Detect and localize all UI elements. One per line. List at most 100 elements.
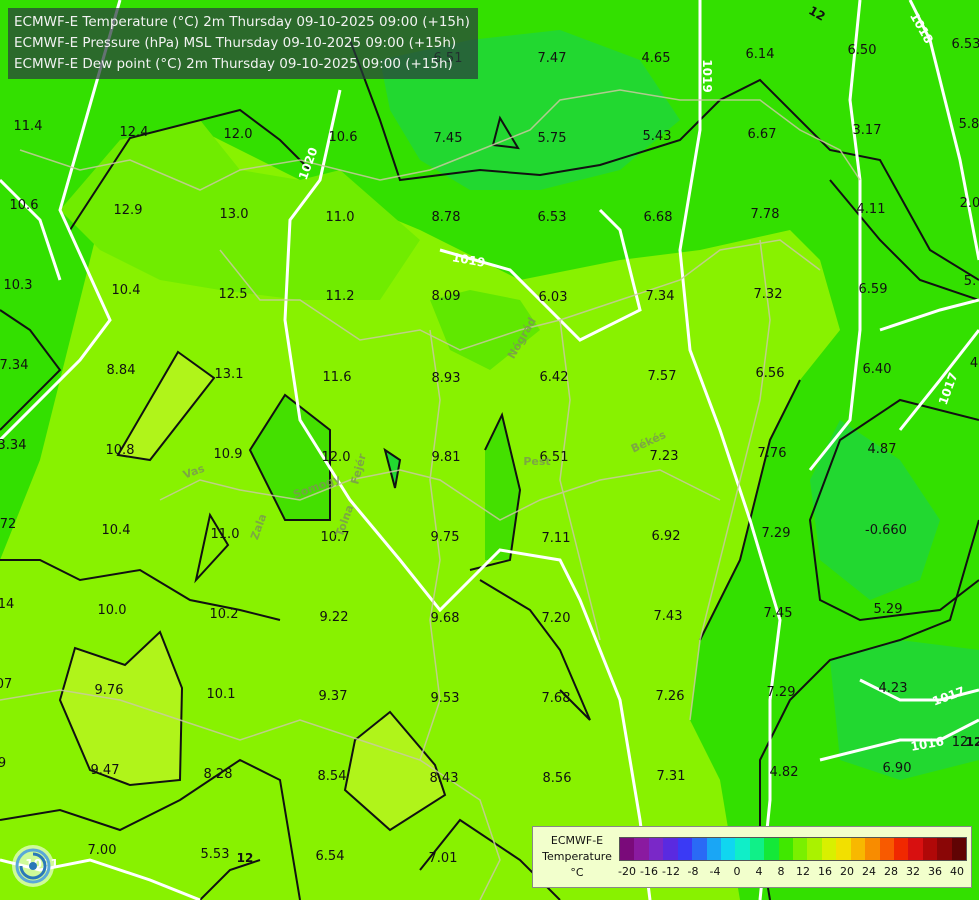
legend-swatch bbox=[922, 838, 938, 860]
temperature-value-label: 9.75 bbox=[431, 530, 460, 545]
temperature-value-label: 4.82 bbox=[770, 765, 799, 780]
legend-swatch bbox=[663, 838, 678, 860]
title-temperature: ECMWF-E Temperature (°C) 2m Thursday 09-… bbox=[14, 14, 470, 30]
temperature-value-label: 8.28 bbox=[204, 767, 233, 782]
legend-swatch bbox=[850, 838, 866, 860]
temperature-value-label: 5.29 bbox=[874, 602, 903, 617]
temperature-value-label: 7.29 bbox=[767, 685, 796, 700]
legend-tick-label: -16 bbox=[640, 865, 658, 878]
temperature-value-label: 7.45 bbox=[434, 131, 463, 146]
legend-swatch bbox=[735, 838, 750, 860]
temperature-value-label: 7.57 bbox=[648, 369, 677, 384]
legend-tick-label: 0 bbox=[733, 865, 741, 878]
temperature-value-label: 6.92 bbox=[652, 529, 681, 544]
temperature-value-label: 5.8 bbox=[959, 117, 979, 132]
temperature-value-label: 6.40 bbox=[863, 362, 892, 377]
temperature-value-label: 6.90 bbox=[883, 761, 912, 776]
temperature-value-label: 7.31 bbox=[657, 769, 686, 784]
temperature-value-label: 7.45 bbox=[764, 606, 793, 621]
temperature-value-label: 4.11 bbox=[857, 202, 886, 217]
temperature-value-label: 8.09 bbox=[432, 289, 461, 304]
temperature-value-label: 7.34 bbox=[646, 289, 675, 304]
temperature-value-label: 6.14 bbox=[746, 47, 775, 62]
temperature-value-label: 7.26 bbox=[656, 689, 685, 704]
temperature-value-label: 10.2 bbox=[210, 607, 239, 622]
temperature-value-label: 10.6 bbox=[10, 198, 39, 213]
temperature-value-label: 5.53 bbox=[201, 847, 230, 862]
temperature-legend: ECMWF-E Temperature °C -20 -16 -12 -8 -4 0 4 8 1… bbox=[532, 826, 972, 888]
temperature-value-label: 8.54 bbox=[318, 769, 347, 784]
temperature-value-label: 7.68 bbox=[542, 691, 571, 706]
map-title-box: ECMWF-E Temperature (°C) 2m Thursday 09-… bbox=[8, 8, 478, 79]
temperature-value-label: 6.53 bbox=[952, 37, 979, 52]
legend-title-line1: ECMWF-E bbox=[550, 834, 604, 847]
legend-swatch bbox=[793, 838, 808, 860]
temperature-value-label: 6.56 bbox=[756, 366, 785, 381]
temperature-value-label: 12.9 bbox=[114, 203, 143, 218]
temperature-value-label: 6.42 bbox=[540, 370, 569, 385]
legend-swatch bbox=[836, 838, 851, 860]
temperature-value-label: 10.9 bbox=[214, 447, 243, 462]
isobar-label: 12 bbox=[966, 735, 979, 749]
temperature-value-label: 9 bbox=[0, 756, 6, 771]
legend-tick-label: 12 bbox=[796, 865, 810, 878]
temperature-value-label: 8.93 bbox=[432, 371, 461, 386]
legend-swatch bbox=[692, 838, 707, 860]
legend-tick-label: 28 bbox=[884, 865, 898, 878]
legend-swatch bbox=[749, 838, 765, 860]
temperature-value-label: 11.0 bbox=[326, 210, 355, 225]
cool-zone-se bbox=[830, 640, 979, 780]
temperature-value-label: 11.0 bbox=[211, 527, 240, 542]
temperature-value-label: 72 bbox=[0, 517, 16, 532]
temperature-value-label: 12.4 bbox=[120, 125, 149, 140]
legend-tick-label: 40 bbox=[950, 865, 964, 878]
ecmwf-logo-icon bbox=[12, 845, 54, 887]
temperature-value-label: 7.00 bbox=[88, 843, 117, 858]
temperature-value-label: 3.17 bbox=[853, 123, 882, 138]
temperature-value-label: 10.4 bbox=[102, 523, 131, 538]
temperature-value-label: 4.65 bbox=[642, 51, 671, 66]
temperature-value-label: 14 bbox=[0, 597, 14, 612]
isobar-label: 1019 bbox=[700, 59, 714, 92]
temperature-value-label: 11.4 bbox=[14, 119, 43, 134]
temperature-value-label: 10.6 bbox=[329, 130, 358, 145]
temperature-value-label: 5.75 bbox=[538, 131, 567, 146]
temperature-value-label: 7.29 bbox=[762, 526, 791, 541]
temperature-value-label: 7.11 bbox=[542, 531, 571, 546]
legend-tick-label: -20 bbox=[618, 865, 636, 878]
legend-ticks: -20 -16 -12 -8 -4 0 4 8 12 16 20 24 28 32 36 40 bbox=[618, 865, 965, 881]
temperature-value-label: 7.20 bbox=[542, 611, 571, 626]
legend-tick-label: 16 bbox=[818, 865, 832, 878]
legend-tick-label: 36 bbox=[928, 865, 942, 878]
temperature-value-label: 11.6 bbox=[323, 370, 352, 385]
temperature-value-label: 9.76 bbox=[95, 683, 124, 698]
legend-tick-label: 20 bbox=[840, 865, 854, 878]
temperature-value-label: 12.0 bbox=[322, 450, 351, 465]
temperature-value-label: 6.54 bbox=[316, 849, 345, 864]
temperature-value-label: 9.68 bbox=[431, 611, 460, 626]
legend-title-line2: Temperature bbox=[542, 850, 612, 863]
legend-color-bar bbox=[619, 837, 967, 861]
legend-swatch bbox=[937, 838, 952, 860]
legend-tick-label: -4 bbox=[709, 865, 721, 878]
temperature-value-label: 8.84 bbox=[107, 363, 136, 378]
temperature-value-label: 13.0 bbox=[220, 207, 249, 222]
temperature-value-label: 7.78 bbox=[751, 207, 780, 222]
legend-swatch bbox=[807, 838, 822, 860]
temperature-value-label: 6.50 bbox=[848, 43, 877, 58]
temperature-value-label: 5.43 bbox=[643, 129, 672, 144]
legend-tick-label: 8 bbox=[777, 865, 785, 878]
legend-tick-label: 24 bbox=[862, 865, 876, 878]
temperature-value-label: 6.68 bbox=[644, 210, 673, 225]
temperature-value-label: 4.87 bbox=[868, 442, 897, 457]
legend-swatch bbox=[908, 838, 923, 860]
temperature-value-label: 4.23 bbox=[879, 681, 908, 696]
legend-swatch bbox=[894, 838, 909, 860]
legend-swatch bbox=[720, 838, 736, 860]
temperature-value-label: 6.59 bbox=[859, 282, 888, 297]
temperature-value-label: 2.0 bbox=[960, 196, 979, 211]
legend-swatch bbox=[706, 838, 721, 860]
legend-swatch bbox=[778, 838, 794, 860]
temperature-value-label: 3.34 bbox=[0, 438, 26, 453]
temperature-value-label: 07 bbox=[0, 677, 12, 692]
